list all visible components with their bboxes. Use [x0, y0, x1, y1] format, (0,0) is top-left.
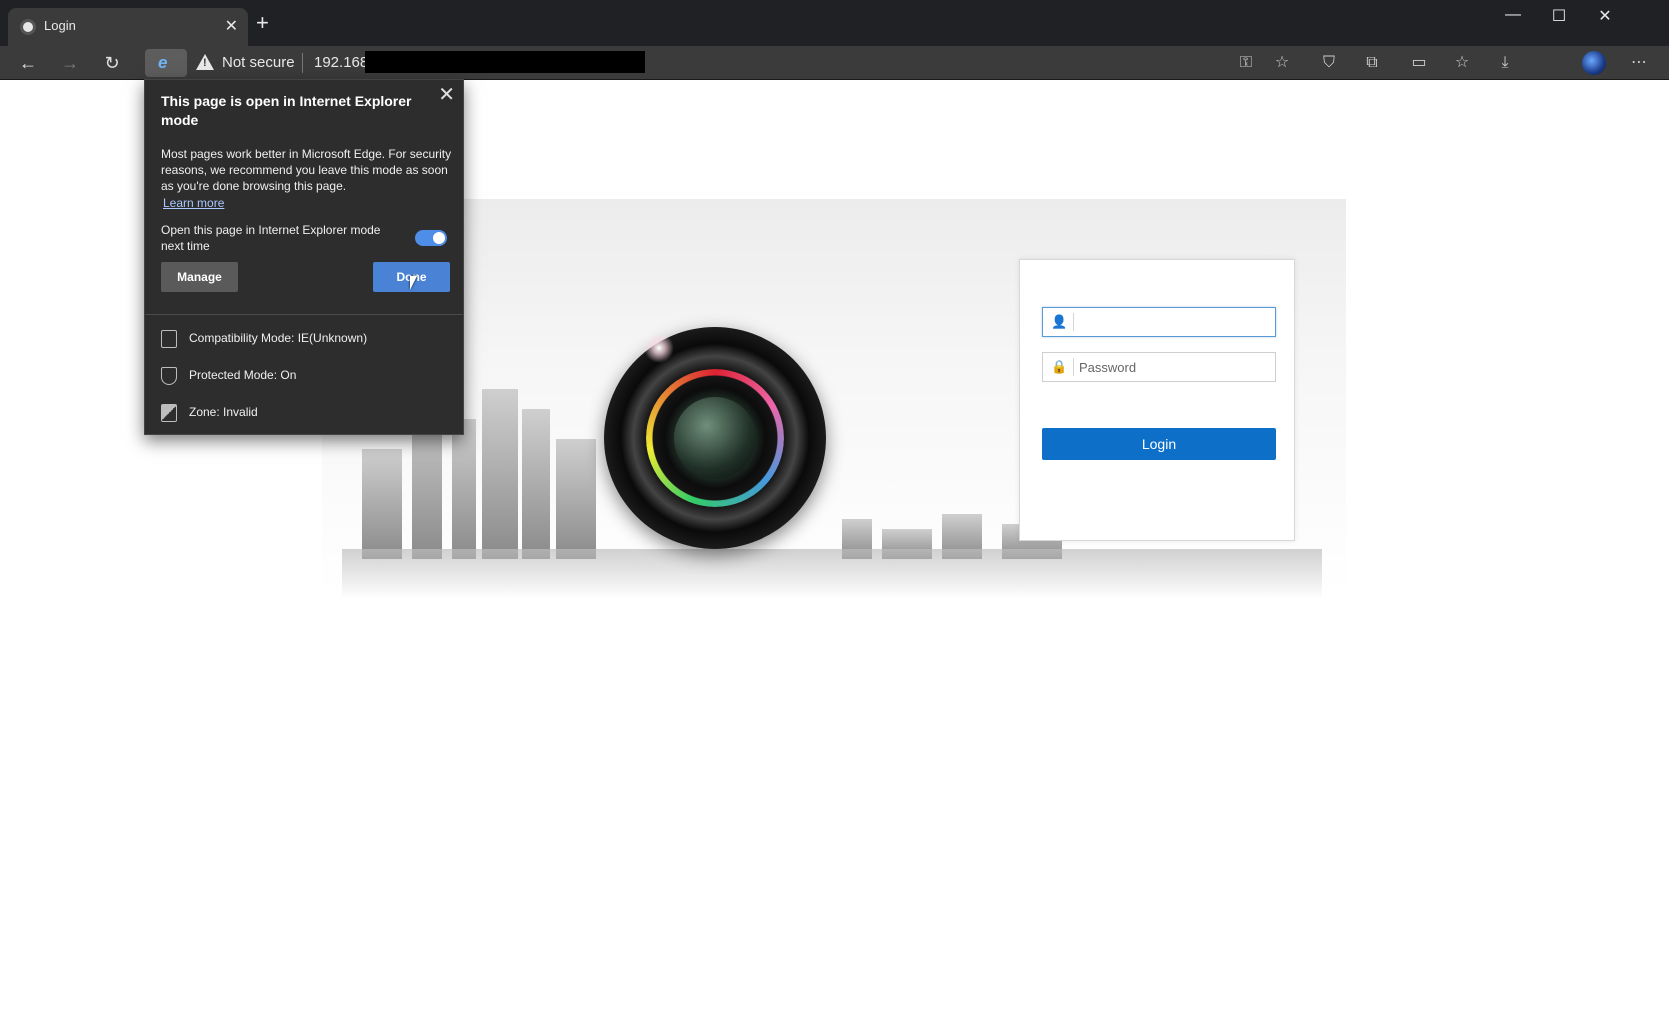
popup-close-icon[interactable]: ✕	[438, 82, 455, 107]
password-input[interactable]	[1079, 356, 1269, 378]
document-icon	[161, 330, 177, 348]
city-building	[362, 449, 402, 559]
username-input[interactable]	[1079, 311, 1269, 333]
maximize-button[interactable]: ☐	[1536, 6, 1582, 26]
city-building	[452, 419, 476, 559]
user-icon: 👤	[1051, 314, 1068, 329]
ie-mode-toggle[interactable]	[415, 230, 447, 246]
profile-avatar[interactable]	[1582, 51, 1606, 75]
city-reflection	[342, 549, 1322, 599]
camera-lens-image	[604, 327, 826, 549]
cast-icon[interactable]: ▭	[1406, 51, 1432, 75]
ie-mode-popup: ✕ This page is open in Internet Explorer…	[144, 79, 464, 435]
browser-toolbar: ← → ↻ e Not secure 192.168. ⚿ ☆ ⛉ ⧉ ▭ ☆ …	[0, 46, 1669, 80]
internet-explorer-icon: e	[158, 53, 168, 72]
add-favorite-icon[interactable]: ☆	[1269, 51, 1295, 75]
compatibility-mode-text: Compatibility Mode: IE(Unknown)	[189, 331, 368, 345]
close-window-button[interactable]: ✕	[1582, 6, 1628, 26]
address-bar-url[interactable]: 192.168.	[314, 54, 372, 71]
ie-mode-button[interactable]: e	[145, 49, 187, 77]
security-indicator[interactable]: Not secure	[222, 54, 295, 71]
lens-core	[674, 397, 756, 479]
popup-body: Most pages work better in Microsoft Edge…	[161, 147, 452, 193]
toggle-knob	[433, 232, 445, 244]
popup-divider	[145, 314, 463, 315]
zone-icon	[161, 404, 177, 422]
protected-mode-text: Protected Mode: On	[189, 368, 297, 382]
url-redaction	[365, 51, 645, 73]
new-tab-button[interactable]: +	[256, 12, 269, 34]
field-separator	[1073, 358, 1074, 376]
forward-button[interactable]: →	[56, 50, 84, 76]
field-separator	[1073, 313, 1074, 331]
camera-favicon-icon	[20, 19, 36, 35]
lock-icon: 🔒	[1051, 359, 1068, 374]
warning-icon	[196, 54, 214, 70]
lens-flare	[644, 333, 674, 363]
city-building	[482, 389, 518, 559]
password-field[interactable]: 🔒	[1042, 352, 1276, 382]
ie-mode-toggle-label: Open this page in Internet Explorer mode…	[161, 223, 381, 253]
favorites-icon[interactable]: ☆	[1449, 51, 1475, 75]
tab-close-icon[interactable]: ✕	[225, 16, 238, 36]
popup-title: This page is open in Internet Explorer m…	[161, 93, 412, 128]
learn-more-link[interactable]: Learn more	[163, 196, 224, 210]
login-button[interactable]: Login	[1042, 428, 1276, 460]
shield-icon	[161, 367, 177, 385]
city-building	[556, 439, 596, 559]
city-building	[522, 409, 550, 559]
tab-login[interactable]: Login ✕	[8, 8, 248, 46]
more-menu-icon[interactable]: ⋯	[1626, 51, 1652, 75]
downloads-icon[interactable]: ⤓	[1492, 51, 1518, 75]
login-form: 👤 🔒 Login	[1019, 259, 1295, 541]
zone-text: Zone: Invalid	[189, 405, 258, 419]
url-separator	[302, 53, 303, 73]
minimize-button[interactable]: —	[1490, 6, 1536, 24]
back-button[interactable]: ←	[14, 50, 42, 76]
extensions-icon[interactable]: ⧉	[1359, 51, 1385, 75]
mouse-cursor-icon	[410, 276, 417, 290]
username-field[interactable]: 👤	[1042, 307, 1276, 337]
tab-bar: Login ✕ + — ☐ ✕	[0, 0, 1669, 46]
refresh-button[interactable]: ↻	[98, 50, 126, 76]
manage-button[interactable]: Manage	[161, 262, 238, 292]
ublock-shield-icon[interactable]: ⛉	[1316, 51, 1342, 75]
key-icon[interactable]: ⚿	[1233, 51, 1259, 75]
tab-title: Login	[44, 18, 76, 33]
